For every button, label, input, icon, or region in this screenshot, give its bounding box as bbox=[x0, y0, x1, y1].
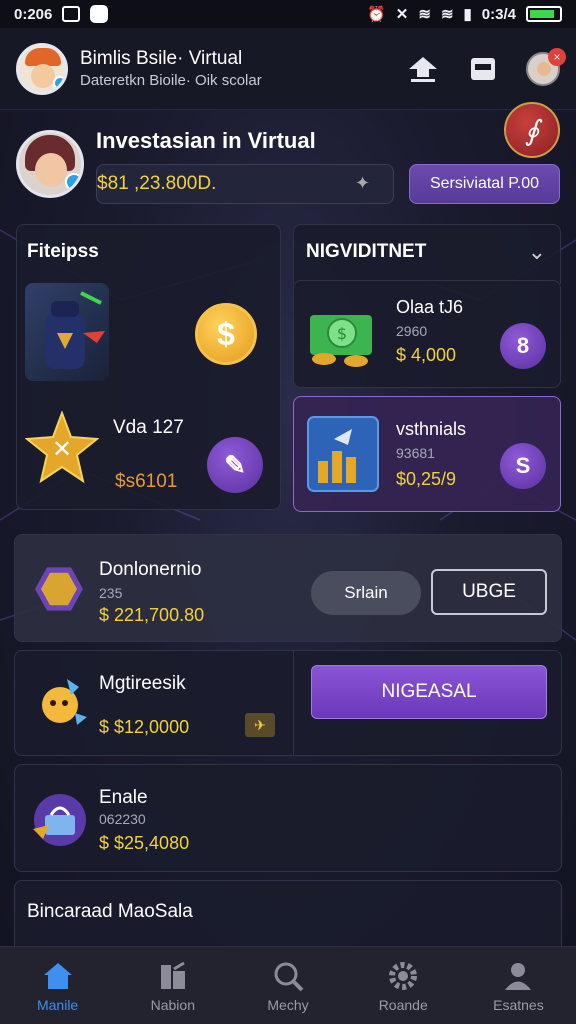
chart-card-icon bbox=[304, 411, 382, 497]
list-row-3[interactable]: Enale 062230 $ $25,4080 bbox=[14, 764, 562, 872]
right-item-card-2[interactable]: vsthnials 93681 $0,25/9 S bbox=[293, 396, 561, 512]
star-character-icon bbox=[31, 673, 89, 731]
upload-icon[interactable] bbox=[406, 52, 440, 86]
right-item-1-badge[interactable]: 8 bbox=[500, 323, 546, 369]
list-row-2[interactable]: Mgtireesik $ $12,0000 ✈ NIGEASAL bbox=[14, 650, 562, 756]
shopping-bag-icon bbox=[29, 789, 91, 851]
row-3-value: $ $25,4080 bbox=[99, 833, 190, 853]
hexagon-badge-icon bbox=[35, 567, 83, 611]
status-time-left: 0:206 bbox=[14, 5, 53, 23]
right-item-2-badge[interactable]: S bbox=[500, 443, 546, 489]
row-2-name: Mgtireesik bbox=[99, 673, 186, 694]
right-item-2-value: $0,25/9 bbox=[396, 469, 457, 489]
balance-field[interactable]: $81 ,23.800D. ✦ bbox=[96, 164, 394, 204]
portfolio-icon bbox=[156, 959, 190, 993]
user-avatar[interactable] bbox=[16, 42, 68, 95]
right-panel-header: NIGVIDITNET ⌄ bbox=[293, 224, 561, 284]
row-3-name: Enale bbox=[99, 787, 148, 808]
row-2-action-button[interactable]: NIGEASAL bbox=[311, 665, 547, 719]
right-item-1-name: Olaa tJ6 bbox=[396, 297, 464, 317]
nav-label-home: Manile bbox=[36, 996, 79, 1013]
left-panel-title: Fiteipss bbox=[27, 241, 99, 262]
svg-text:✕: ✕ bbox=[52, 435, 72, 463]
status-bar: 0:206 ⏰ ✕ ≋ ≋ ▮ 0:3/4 bbox=[0, 0, 576, 28]
nav-label-profile: Esatnes bbox=[493, 996, 544, 1013]
row-1-value: $ 221,700.80 bbox=[99, 605, 205, 625]
row-4-name: Bincaraad MaoSala bbox=[27, 901, 193, 922]
cash-stack-icon: $ bbox=[304, 297, 382, 375]
header-subtitle: Dateretkn Bioile· Oik scolar bbox=[80, 72, 262, 89]
right-item-card-1[interactable]: $ Olaa tJ6 2960 $ 4,000 8 bbox=[293, 280, 561, 388]
svg-text:$: $ bbox=[337, 324, 347, 343]
vault-illustration bbox=[25, 283, 109, 381]
header-title: Bimlis Bsile· Virtual bbox=[80, 48, 243, 69]
chevron-down-icon[interactable]: ⌄ bbox=[528, 239, 546, 265]
nav-label-settings: Roande bbox=[378, 996, 428, 1013]
row-1-outline-button[interactable]: UBGE bbox=[431, 569, 547, 615]
left-panel: Fiteipss $ ✕ Vda 127 $s6101 ✎ bbox=[16, 224, 281, 510]
right-item-1-sub: 2960 bbox=[396, 323, 428, 339]
nav-item-search[interactable]: Mechy bbox=[230, 947, 345, 1024]
ticket-icon[interactable]: ✈ bbox=[245, 713, 275, 737]
app-icon bbox=[90, 5, 109, 23]
investment-profile: Investasian in Virtual $81 ,23.800D. ✦ S… bbox=[16, 126, 562, 210]
battery-icon bbox=[526, 6, 562, 22]
gallery-icon bbox=[62, 6, 81, 22]
row-1-sub: 235 bbox=[99, 585, 123, 601]
left-item-value: $s6101 bbox=[115, 471, 178, 492]
services-button[interactable]: Sersiviatal P.00 bbox=[409, 164, 560, 204]
edit-icon[interactable]: ✎ bbox=[207, 437, 263, 493]
investor-avatar[interactable] bbox=[16, 130, 84, 198]
puzzle-icon: ✦ bbox=[355, 173, 371, 193]
app-header: Bimlis Bsile· Virtual Dateretkn Bioile· … bbox=[0, 28, 576, 110]
list-row-4[interactable]: Bincaraad MaoSala bbox=[14, 880, 562, 950]
row-1-name: Donlonernio bbox=[99, 559, 202, 580]
status-time-right: 0:3/4 bbox=[481, 5, 516, 23]
row-2-divider bbox=[293, 651, 294, 755]
bottom-navigation: Manile Nabion Mechy Roande Esatnes bbox=[0, 946, 576, 1024]
list-row-1[interactable]: Donlonernio 235 $ 221,700.80 Srlain UBGE bbox=[14, 534, 562, 642]
nav-item-profile[interactable]: Esatnes bbox=[461, 947, 576, 1024]
mute-icon: ✕ bbox=[395, 6, 409, 23]
right-item-2-name: vsthnials bbox=[396, 419, 467, 439]
row-2-value: $ $12,0000 bbox=[99, 717, 190, 737]
hotspot-icon: ≋ bbox=[440, 6, 454, 23]
search-icon bbox=[271, 959, 305, 993]
profile-title: Investasian in Virtual bbox=[96, 128, 316, 153]
nav-item-settings[interactable]: Roande bbox=[346, 947, 461, 1024]
gear-icon bbox=[386, 959, 420, 993]
nav-label-portfolio: Nabion bbox=[150, 996, 195, 1013]
inbox-icon[interactable] bbox=[466, 52, 500, 86]
nav-item-portfolio[interactable]: Nabion bbox=[115, 947, 230, 1024]
nav-item-home[interactable]: Manile bbox=[0, 947, 115, 1024]
right-panel-title: NIGVIDITNET bbox=[306, 241, 427, 262]
left-item-name: Vda 127 bbox=[113, 417, 184, 438]
balance-value: $81 ,23.800D. bbox=[97, 173, 217, 194]
right-item-2-sub: 93681 bbox=[396, 445, 435, 461]
star-badge-icon: ✕ bbox=[24, 410, 100, 485]
signal-icon: ▮ bbox=[463, 6, 472, 23]
wifi-icon: ≋ bbox=[418, 6, 431, 23]
nav-label-search: Mechy bbox=[267, 996, 309, 1013]
dollar-coin-icon[interactable]: $ bbox=[195, 303, 257, 365]
row-1-secondary-button[interactable]: Srlain bbox=[311, 571, 421, 615]
home-icon bbox=[41, 959, 75, 993]
alarm-icon: ⏰ bbox=[367, 6, 386, 23]
notification-badge: × bbox=[548, 47, 566, 66]
profile-icon bbox=[501, 959, 535, 993]
right-item-1-value: $ 4,000 bbox=[396, 345, 457, 365]
row-3-sub: 062230 bbox=[99, 811, 146, 827]
profile-notification-button[interactable]: × bbox=[526, 47, 566, 86]
